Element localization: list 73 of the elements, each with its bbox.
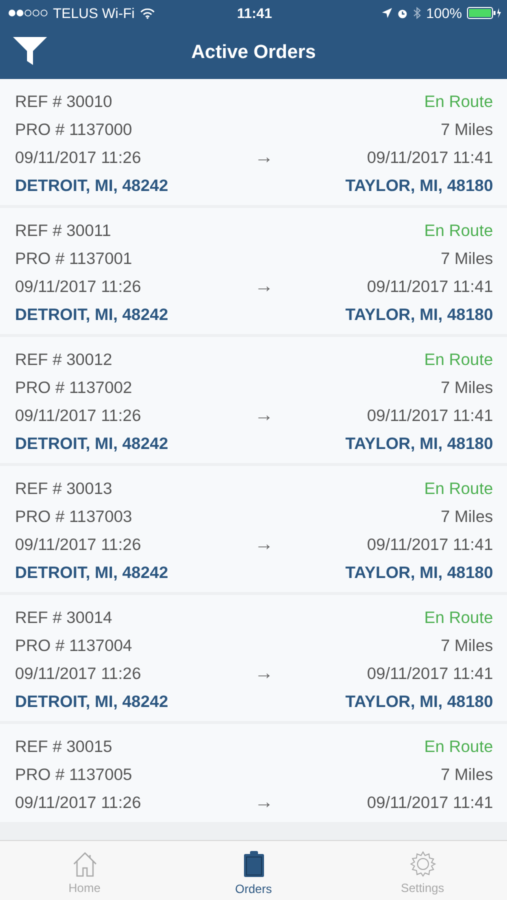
destination-location: TAYLOR, MI, 48180 bbox=[345, 176, 493, 196]
distance: 7 Miles bbox=[440, 120, 493, 140]
gear-icon bbox=[410, 850, 436, 876]
delivery-time: 09/11/2017 11:41 bbox=[366, 148, 493, 168]
pro-number: PRO # 1137000 bbox=[15, 120, 132, 140]
tab-item[interactable]: Orders bbox=[169, 841, 338, 900]
delivery-time: 09/11/2017 11:41 bbox=[366, 794, 493, 812]
signal-icon bbox=[8, 9, 48, 17]
ref-number: REF # 30011 bbox=[15, 222, 112, 240]
arrow-glyph: → bbox=[254, 792, 274, 814]
order-card[interactable]: REF # 30012 En Route PRO # 1137002 7 Miles 09/11/2017 11:26 → 09/11/2017 11:41 DETROIT, MI, 48242 TAYLOR, MI, 48180 bbox=[0, 337, 507, 463]
carrier-name: TELUS Wi-Fi bbox=[53, 5, 135, 21]
delivery-time: 09/11/2017 11:41 bbox=[366, 278, 493, 296]
order-status: En Route bbox=[424, 738, 493, 756]
origin-location: DETROIT, MI, 48242 bbox=[15, 692, 168, 712]
pickup-time: 09/11/2017 11:26 bbox=[15, 536, 142, 554]
distance: 7 Miles bbox=[440, 378, 493, 398]
destination-location: TAYLOR, MI, 48180 bbox=[345, 434, 493, 454]
pro-number: PRO # 1137001 bbox=[15, 250, 132, 268]
pickup-time: 09/11/2017 11:26 bbox=[15, 278, 142, 296]
pickup-time: 09/11/2017 11:26 bbox=[15, 794, 142, 812]
order-status: En Route bbox=[424, 222, 493, 240]
wifi-icon bbox=[140, 8, 155, 18]
distance: 7 Miles bbox=[440, 508, 493, 526]
alarm-clock-icon bbox=[397, 8, 408, 18]
order-card[interactable]: REF # 30010 En Route PRO # 1137000 7 Miles 09/11/2017 11:26 → 09/11/2017 11:41 DETROIT, MI, 48242 TAYLOR, MI, 48180 bbox=[0, 79, 507, 205]
filter-icon[interactable] bbox=[13, 37, 47, 65]
arrow-glyph: → bbox=[254, 276, 274, 298]
origin-location: DETROIT, MI, 48242 bbox=[15, 306, 168, 324]
pro-number: PRO # 1137005 bbox=[15, 766, 132, 784]
distance: 7 Miles bbox=[440, 636, 493, 656]
arrow-glyph: → bbox=[254, 405, 274, 427]
order-status: En Route bbox=[424, 92, 493, 112]
pro-number: PRO # 1137004 bbox=[15, 636, 132, 656]
page-title: Active Orders bbox=[191, 42, 316, 64]
pickup-time: 09/11/2017 11:26 bbox=[15, 148, 142, 168]
order-status: En Route bbox=[424, 608, 493, 628]
origin-location: DETROIT, MI, 48242 bbox=[15, 564, 168, 582]
delivery-time: 09/11/2017 11:41 bbox=[366, 406, 493, 426]
arrow-glyph: → bbox=[254, 534, 274, 556]
arrow-glyph: → bbox=[254, 663, 274, 685]
ref-number: REF # 30015 bbox=[15, 738, 112, 756]
order-status: En Route bbox=[424, 350, 493, 370]
pickup-time: 09/11/2017 11:26 bbox=[15, 406, 142, 426]
destination-location: TAYLOR, MI, 48180 bbox=[345, 564, 493, 582]
delivery-time: 09/11/2017 11:41 bbox=[366, 536, 493, 554]
status-time: 11:41 bbox=[236, 5, 272, 21]
ref-number: REF # 30013 bbox=[15, 480, 112, 498]
ref-number: REF # 30012 bbox=[15, 350, 112, 370]
house-icon bbox=[72, 850, 98, 876]
distance: 7 Miles bbox=[440, 250, 493, 268]
location-icon bbox=[382, 8, 392, 18]
pickup-time: 09/11/2017 11:26 bbox=[15, 664, 142, 684]
origin-location: DETROIT, MI, 48242 bbox=[15, 176, 168, 196]
destination-location: TAYLOR, MI, 48180 bbox=[345, 692, 493, 712]
order-card[interactable]: REF # 30011 En Route PRO # 1137001 7 Miles 09/11/2017 11:26 → 09/11/2017 11:41 DETROIT, MI, 48242 TAYLOR, MI, 48180 bbox=[0, 208, 507, 334]
ref-number: REF # 30014 bbox=[15, 608, 112, 628]
bluetooth-icon bbox=[413, 7, 422, 19]
clipboard-icon bbox=[242, 850, 264, 878]
order-card[interactable]: REF # 30014 En Route PRO # 1137004 7 Miles 09/11/2017 11:26 → 09/11/2017 11:41 DETROIT, MI, 48242 TAYLOR, MI, 48180 bbox=[0, 595, 507, 721]
battery-icon bbox=[466, 7, 501, 19]
origin-location: DETROIT, MI, 48242 bbox=[15, 434, 168, 454]
delivery-time: 09/11/2017 11:41 bbox=[366, 664, 493, 684]
order-card[interactable]: REF # 30013 En Route PRO # 1137003 7 Miles 09/11/2017 11:26 → 09/11/2017 11:41 DETROIT, MI, 48242 TAYLOR, MI, 48180 bbox=[0, 466, 507, 592]
ref-number: REF # 30010 bbox=[15, 92, 112, 112]
order-card[interactable]: REF # 30015 En Route PRO # 1137005 7 Miles 09/11/2017 11:26 → 09/11/2017 11:41 bbox=[0, 724, 507, 822]
pro-number: PRO # 1137003 bbox=[15, 508, 132, 526]
distance: 7 Miles bbox=[440, 766, 493, 784]
battery-percent: 100% bbox=[426, 5, 462, 21]
pro-number: PRO # 1137002 bbox=[15, 378, 132, 398]
order-status: En Route bbox=[424, 480, 493, 498]
destination-location: TAYLOR, MI, 48180 bbox=[345, 306, 493, 324]
arrow-glyph: → bbox=[254, 147, 274, 169]
